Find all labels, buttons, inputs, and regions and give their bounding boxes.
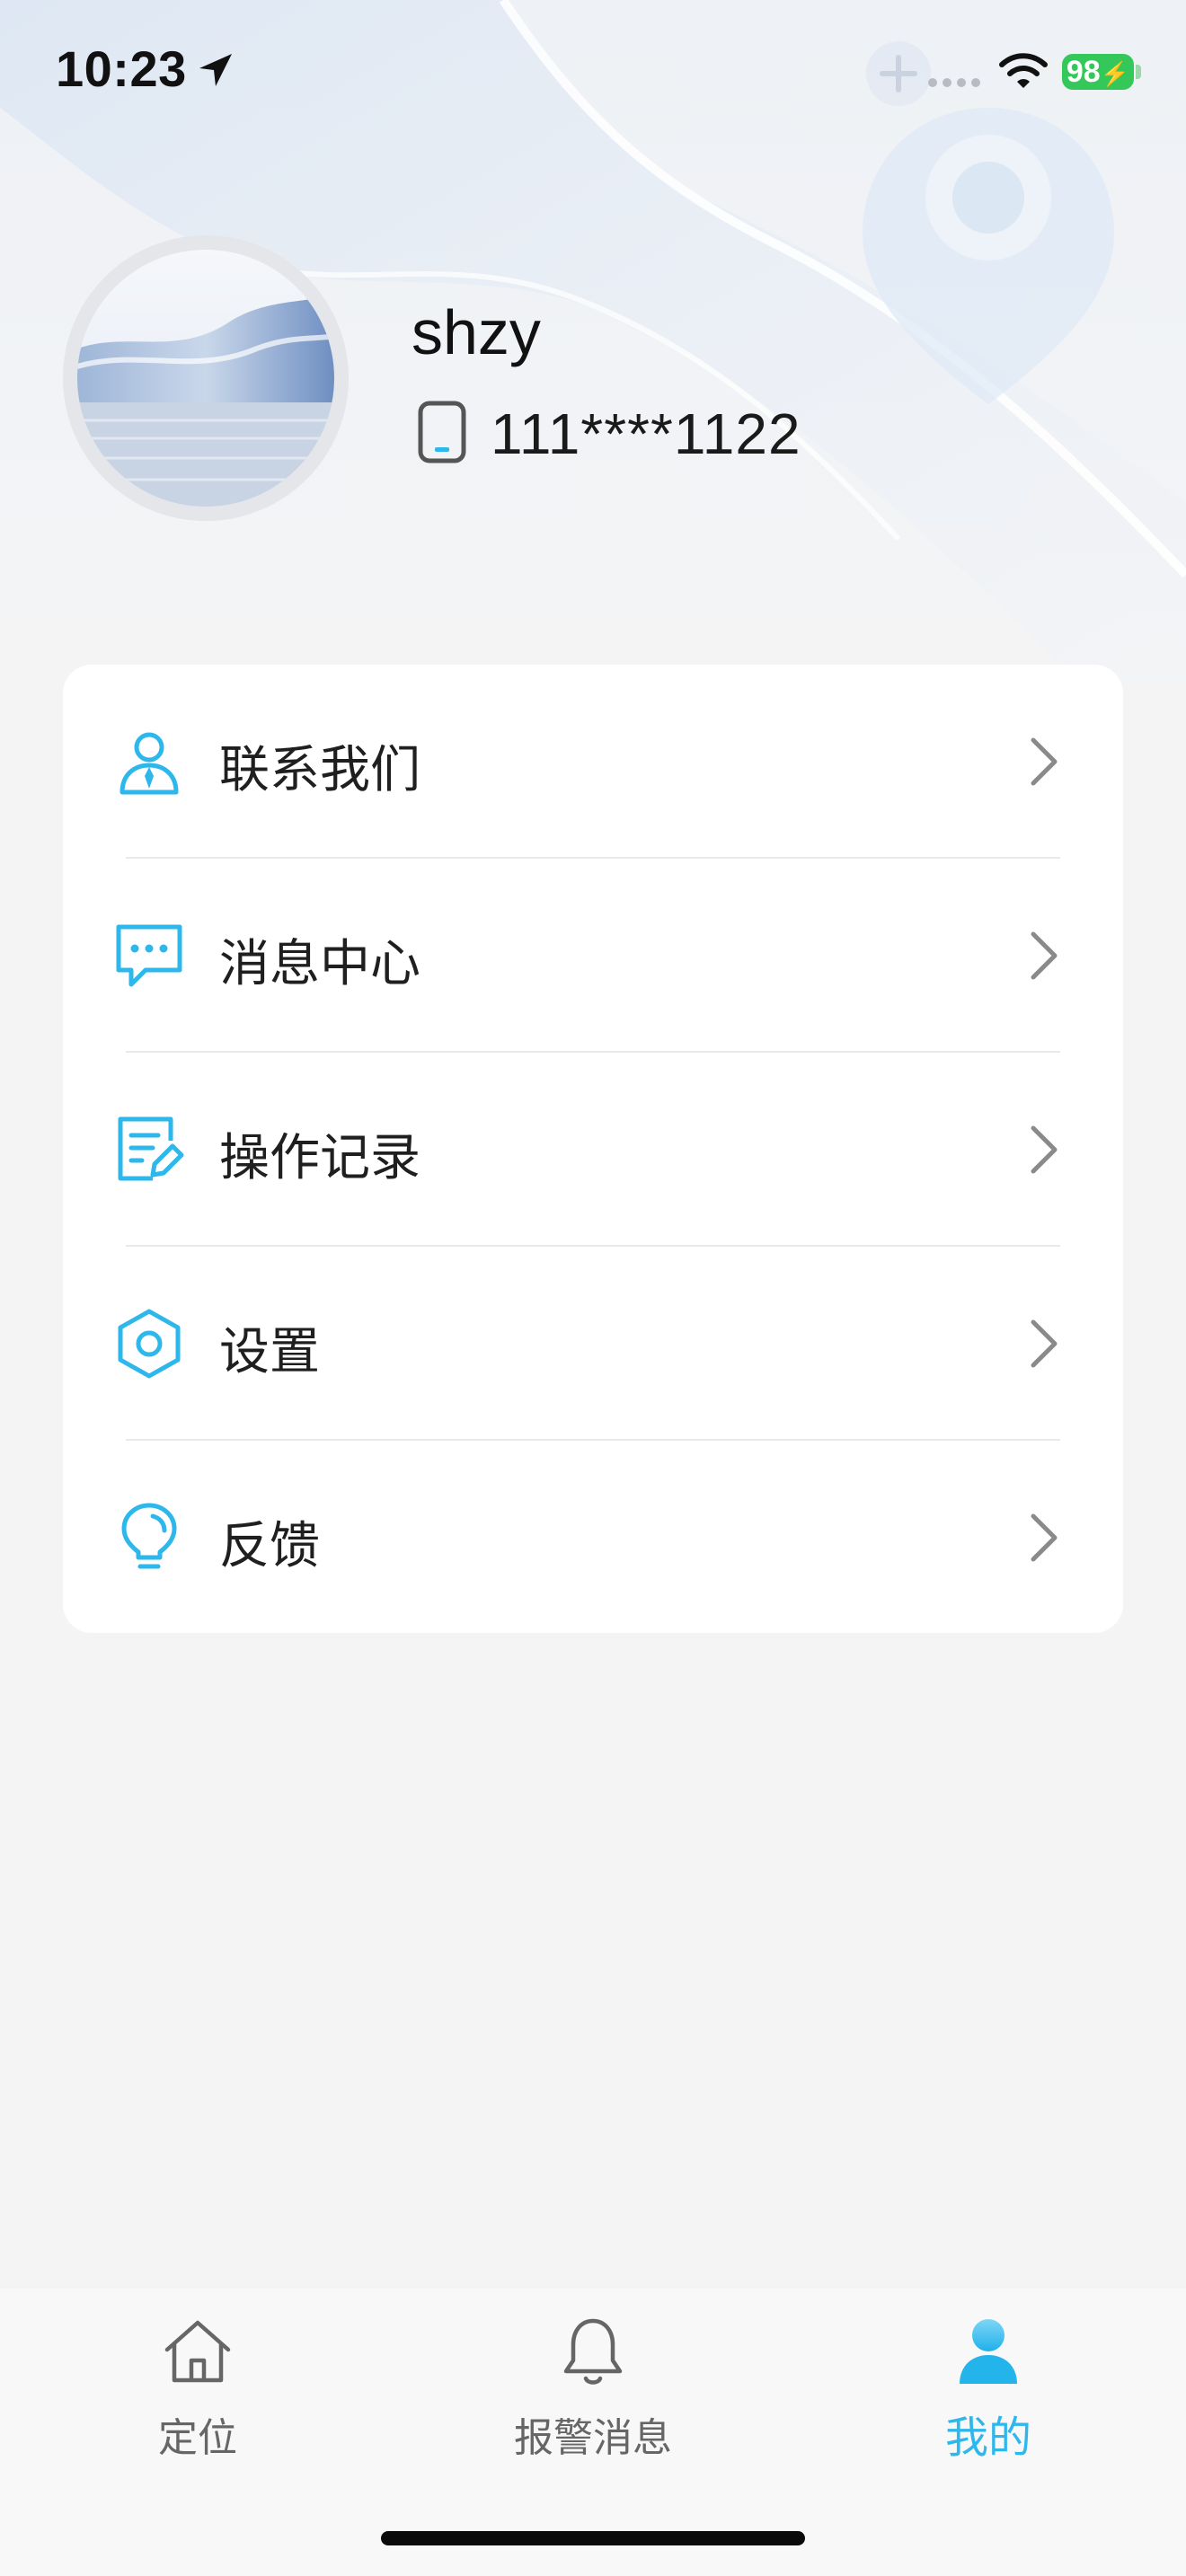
hexagon-settings-icon xyxy=(118,1309,181,1379)
menu-card: 联系我们 消息中心 操作记录 设置 反馈 xyxy=(63,665,1123,1633)
menu-item-message-center[interactable]: 消息中心 xyxy=(63,859,1123,1052)
phone-number: 111****1122 xyxy=(491,401,801,466)
phone-icon xyxy=(418,401,466,463)
tab-location[interactable]: 定位 xyxy=(63,2316,332,2477)
chevron-right-icon xyxy=(1031,931,1058,980)
home-indicator[interactable] xyxy=(381,2531,805,2545)
chevron-right-icon xyxy=(1031,737,1058,786)
message-bubble-icon xyxy=(116,924,182,987)
location-arrow-icon xyxy=(199,54,232,86)
menu-item-feedback[interactable]: 反馈 xyxy=(63,1441,1123,1634)
tab-label: 我的 xyxy=(944,2413,1031,2463)
username: shzy xyxy=(412,297,541,367)
status-time: 10:23 xyxy=(56,40,187,97)
battery-nub xyxy=(1136,65,1141,79)
edit-record-icon xyxy=(118,1116,184,1181)
lightbulb-icon xyxy=(121,1503,177,1569)
wifi-icon xyxy=(999,53,1048,88)
tab-mine[interactable]: 我的 xyxy=(854,2316,1123,2477)
menu-item-settings[interactable]: 设置 xyxy=(63,1247,1123,1440)
bell-icon xyxy=(563,2318,623,2385)
battery-icon: 98⚡ xyxy=(1062,54,1134,90)
menu-item-label: 反馈 xyxy=(219,1517,320,1575)
battery-charging-icon: ⚡ xyxy=(1100,60,1130,87)
menu-item-label: 联系我们 xyxy=(219,741,420,799)
battery-level: 98 xyxy=(1066,55,1101,89)
signal-dots-icon xyxy=(928,78,980,87)
avatar[interactable] xyxy=(77,250,334,507)
tab-label: 报警消息 xyxy=(514,2415,672,2461)
chevron-right-icon xyxy=(1031,1125,1058,1174)
contact-person-icon xyxy=(119,732,179,795)
add-circle-icon xyxy=(866,41,931,106)
chevron-right-icon xyxy=(1031,1513,1058,1562)
menu-item-label: 消息中心 xyxy=(219,935,420,993)
user-icon xyxy=(960,2319,1017,2384)
menu-item-label: 设置 xyxy=(219,1323,320,1381)
tab-label: 定位 xyxy=(158,2415,237,2461)
menu-item-contact-us[interactable]: 联系我们 xyxy=(63,665,1123,858)
home-icon xyxy=(164,2320,231,2383)
profile-screen: 10:23 98⚡ shzy 111****1122 联系我们 消息中心 操作记… xyxy=(0,0,1186,2576)
menu-item-operation-log[interactable]: 操作记录 xyxy=(63,1053,1123,1246)
menu-item-label: 操作记录 xyxy=(219,1129,420,1187)
chevron-right-icon xyxy=(1031,1319,1058,1368)
status-bar: 10:23 98⚡ xyxy=(0,0,1186,144)
tab-alarm-messages[interactable]: 报警消息 xyxy=(458,2316,728,2477)
